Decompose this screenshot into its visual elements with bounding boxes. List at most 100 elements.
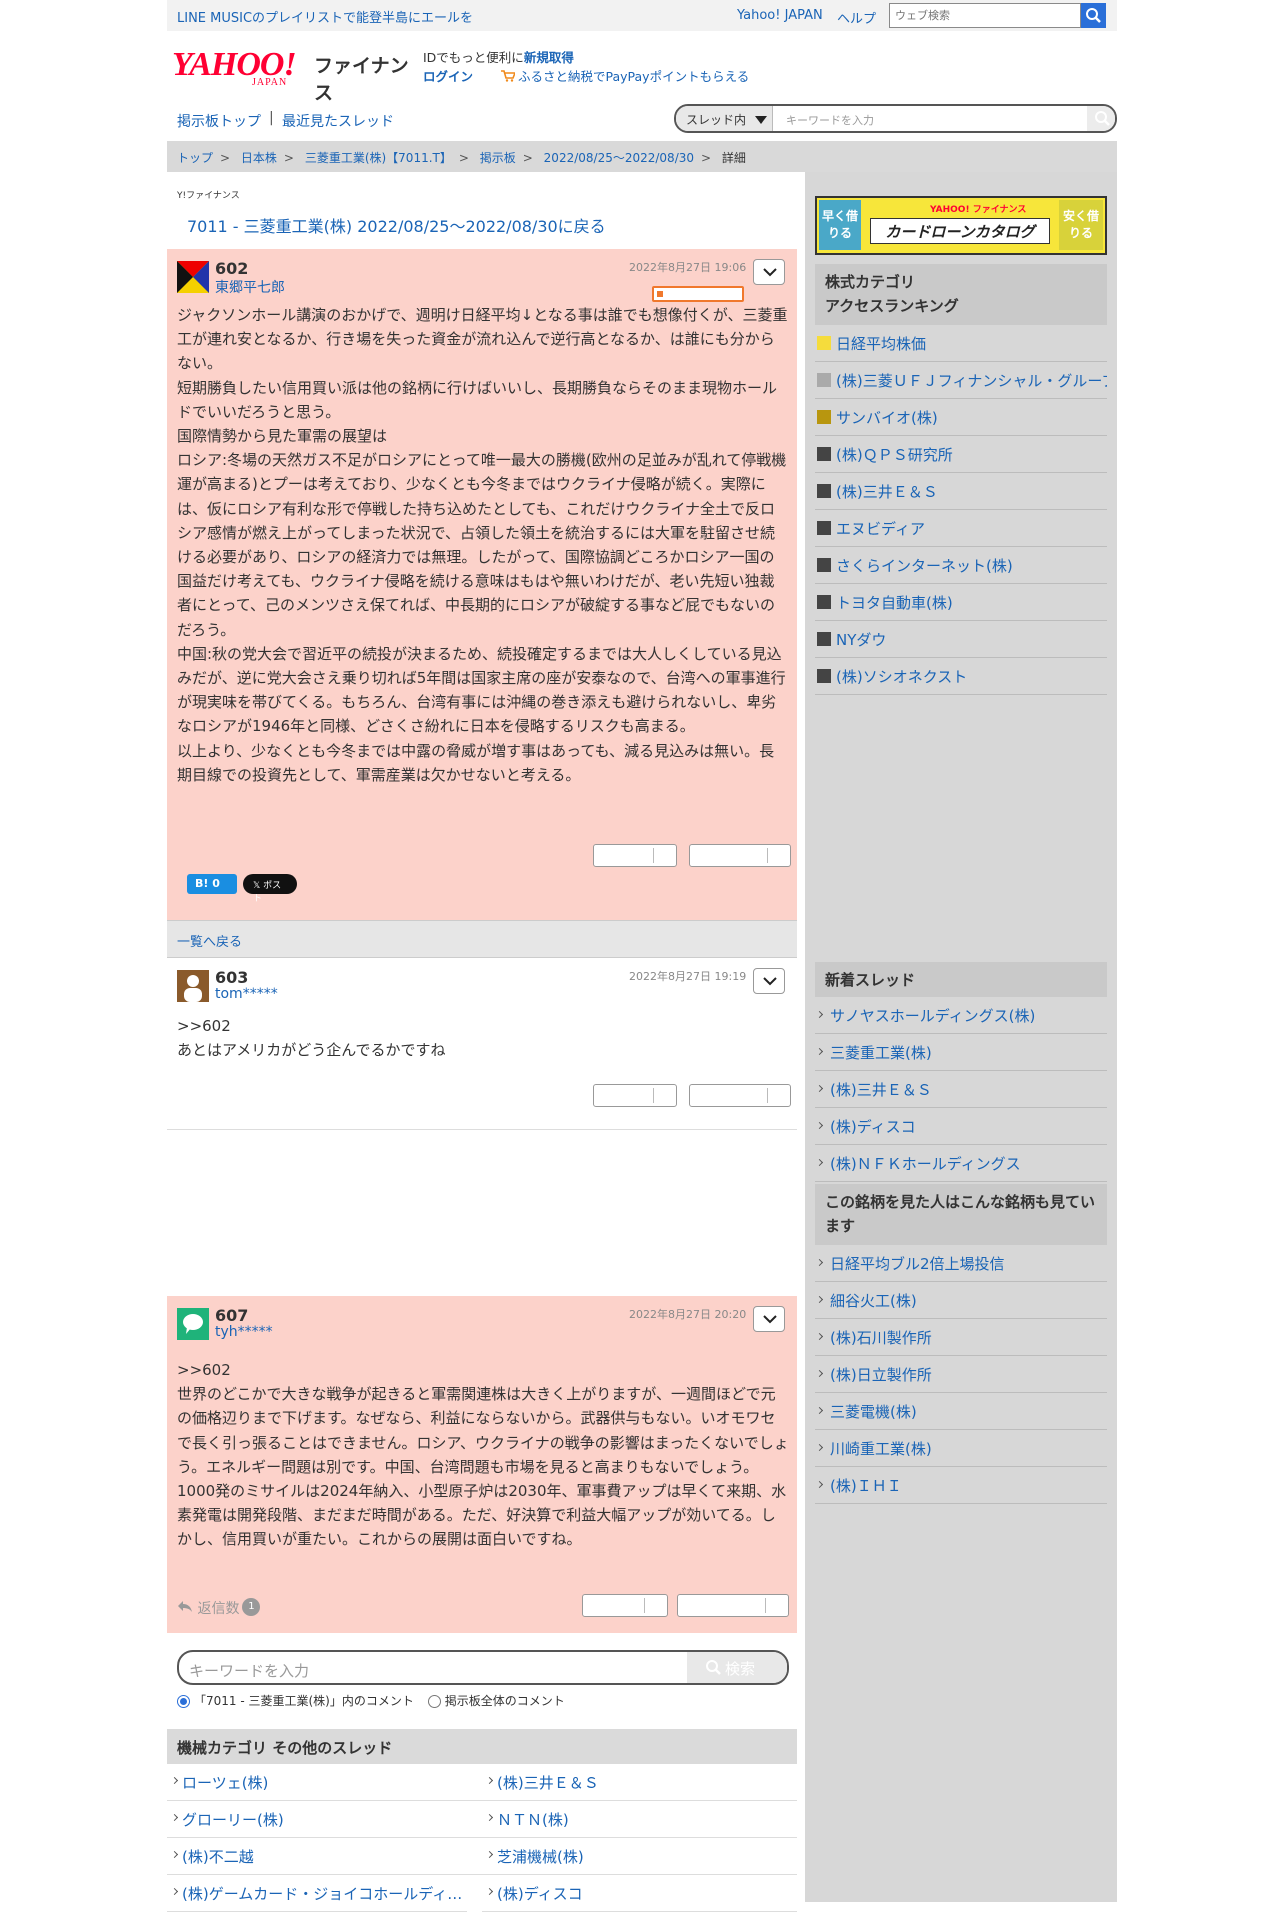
ranking-item-label: さくらインターネット(株) [836,557,1013,575]
post-607: 607 tyh***** 2022年8月27日 20:20 >>602 世界のど… [167,1296,797,1633]
also-viewed-item[interactable]: 川崎重工業(株) [815,1430,1107,1467]
new-thread-item[interactable]: (株)ＮＦＫホールディングス [815,1145,1107,1182]
nav-separator: | [269,110,274,126]
other-thread-item[interactable]: (株)ディスコ [482,1875,797,1912]
yahoo-finance-logo[interactable]: YAHOO! JAPAN ファイナンス [172,46,422,104]
also-viewed-item[interactable]: (株)ＩＨＩ [815,1467,1107,1504]
back-to-thread-link[interactable]: 7011 - 三菱重工業(株) 2022/08/25〜2022/08/30に戻る [187,213,606,237]
keyword-search-button[interactable]: 検索 [687,1652,787,1683]
ranking-item[interactable]: (株)ソシオネクスト [815,658,1107,695]
cart-icon [501,70,517,82]
radio-all[interactable] [427,1695,441,1708]
other-thread-item[interactable]: グローリー(株) [167,1801,482,1838]
ranking-item[interactable]: さくらインターネット(株) [815,547,1107,584]
new-thread-item[interactable]: (株)ディスコ [815,1108,1107,1145]
rank-marker [817,558,831,572]
login-link[interactable]: ログイン [423,66,473,85]
thread-search-input[interactable]: キーワードを入力 [786,112,874,128]
also-viewed-item[interactable]: (株)石川製作所 [815,1319,1107,1356]
post-user[interactable]: 東郷平七郎 [215,277,285,297]
category-header: 機械カテゴリ その他のスレッド [167,1729,797,1764]
other-thread-item[interactable]: (株)ゲームカード・ジョイコホールディングス [167,1875,467,1912]
rank-marker [817,373,831,387]
other-thread-item[interactable]: ローツェ(株) [167,1764,482,1801]
promo-link[interactable]: LINE MUSICのプレイリストで能登半島にエールを [177,7,473,26]
ranking-item[interactable]: (株)ＱＰＳ研究所 [815,436,1107,473]
breadcrumb-board[interactable]: 掲示板 [480,151,516,165]
ranking-item-label: (株)ソシオネクスト [836,668,968,686]
other-thread-item[interactable]: ＮＴＮ(株) [482,1801,797,1838]
dislike-button[interactable] [689,844,791,867]
ranking-item-label: (株)ＱＰＳ研究所 [836,446,953,464]
yahoo-japan-link[interactable]: Yahoo! JAPAN [737,8,823,23]
ranking-item[interactable]: 日経平均株価 [815,325,1107,362]
ranking-item-label: (株)三井Ｅ＆Ｓ [836,483,938,501]
post-603: 603 tom***** 2022年8月27日 19:19 >>602 あとはア… [167,958,797,1130]
post-menu-button[interactable] [753,1306,785,1332]
post-menu-button[interactable] [753,259,785,285]
ranking-item[interactable]: サンバイオ(株) [815,399,1107,436]
register-link[interactable]: 新規取得 [524,50,574,65]
replies-link[interactable]: 返信数 1 [177,1598,261,1618]
web-search-button[interactable] [1081,3,1106,28]
web-search-input[interactable] [889,3,1081,28]
ranking-item-label: トヨタ自動車(株) [836,594,953,612]
radio-thread[interactable] [177,1695,190,1708]
post-date: 2022年8月27日 19:19 [629,970,747,983]
breadcrumb-top[interactable]: トップ [177,151,213,165]
like-button[interactable] [593,844,677,867]
sidebar: 早く借りる YAHOO! ファイナンス カードローンカタログ 安く借りる 株式カ… [805,172,1117,1902]
also-viewed-item[interactable]: 細谷火工(株) [815,1282,1107,1319]
new-thread-item[interactable]: サノヤスホールディングス(株) [815,997,1107,1034]
new-thread-item[interactable]: (株)三井Ｅ＆Ｓ [815,1071,1107,1108]
breadcrumb-period[interactable]: 2022/08/25〜2022/08/30 [544,151,694,165]
sentiment-badge [652,286,744,302]
also-viewed-item[interactable]: 三菱電機(株) [815,1393,1107,1430]
like-button[interactable] [582,1594,668,1617]
new-thread-item[interactable]: 三菱重工業(株) [815,1034,1107,1071]
thread-search-button[interactable] [1087,106,1115,131]
breadcrumb-stock[interactable]: 三菱重工業(株)【7011.T】 [305,151,452,165]
post-body: >>602 世界のどこかで大きな戦争が起きると軍需関連株は大きく上がりますが、一… [177,1361,789,1549]
reply-count-badge: 1 [242,1598,261,1616]
rank-marker [817,336,831,350]
x-post-button[interactable]: 𝕏 ポスト [243,874,297,904]
dislike-button[interactable] [677,1594,789,1617]
search-scope-select[interactable]: スレッド内 [676,106,773,131]
post-number: 603 [215,968,249,987]
ranking-item[interactable]: NYダウ [815,621,1107,658]
furusato-link[interactable]: ふるさと納税でPayPayポイントもらえる [501,66,749,85]
dislike-button[interactable] [689,1084,791,1107]
other-thread-item[interactable]: (株)三井Ｅ＆Ｓ [482,1764,797,1801]
breadcrumb-japan-stocks[interactable]: 日本株 [241,151,277,165]
also-viewed-item[interactable]: 日経平均ブル2倍上場投信 [815,1245,1107,1282]
top-bar: LINE MUSICのプレイリストで能登半島にエールを Yahoo! JAPAN… [167,0,1117,31]
chevron-down-icon [763,977,777,986]
keyword-input[interactable]: キーワードを入力 [189,1660,309,1681]
post-date: 2022年8月27日 20:20 [629,1308,747,1321]
card-loan-ad-banner[interactable]: 早く借りる YAHOO! ファイナンス カードローンカタログ 安く借りる [815,196,1107,255]
ranking-item[interactable]: エヌビディア [815,510,1107,547]
ranking-item[interactable]: トヨタ自動車(株) [815,584,1107,621]
like-button[interactable] [593,1084,677,1107]
post-user[interactable]: tom***** [215,986,278,1002]
breadcrumb: トップ > 日本株 > 三菱重工業(株)【7011.T】 > 掲示板 > 2022/08… [167,141,1117,172]
other-thread-item[interactable]: (株)不二越 [167,1838,482,1875]
post-date: 2022年8月27日 19:06 [629,261,747,274]
ranking-item-label: 日経平均株価 [836,335,927,353]
avatar [177,261,209,293]
ranking-item[interactable]: (株)三菱ＵＦＪフィナンシャル・グループ [815,362,1107,399]
recent-threads-link[interactable]: 最近見たスレッド [282,111,394,131]
also-viewed-item[interactable]: (株)日立製作所 [815,1356,1107,1393]
breadcrumb-current: 詳細 [721,151,746,165]
board-top-link[interactable]: 掲示板トップ [177,111,261,131]
ranking-item[interactable]: (株)三井Ｅ＆Ｓ [815,473,1107,510]
back-to-list-link[interactable]: 一覧へ戻る [177,935,242,950]
caret-down-icon [755,116,767,124]
post-user[interactable]: tyh***** [215,1324,273,1340]
other-thread-item[interactable]: 芝浦機械(株) [482,1838,797,1875]
hatena-bookmark-button[interactable]: B! 0 [187,874,237,894]
post-menu-button[interactable] [753,968,785,994]
help-link[interactable]: ヘルプ [837,8,876,27]
also-viewed-header: この銘柄を見た人はこんな銘柄も見ています [815,1184,1107,1245]
